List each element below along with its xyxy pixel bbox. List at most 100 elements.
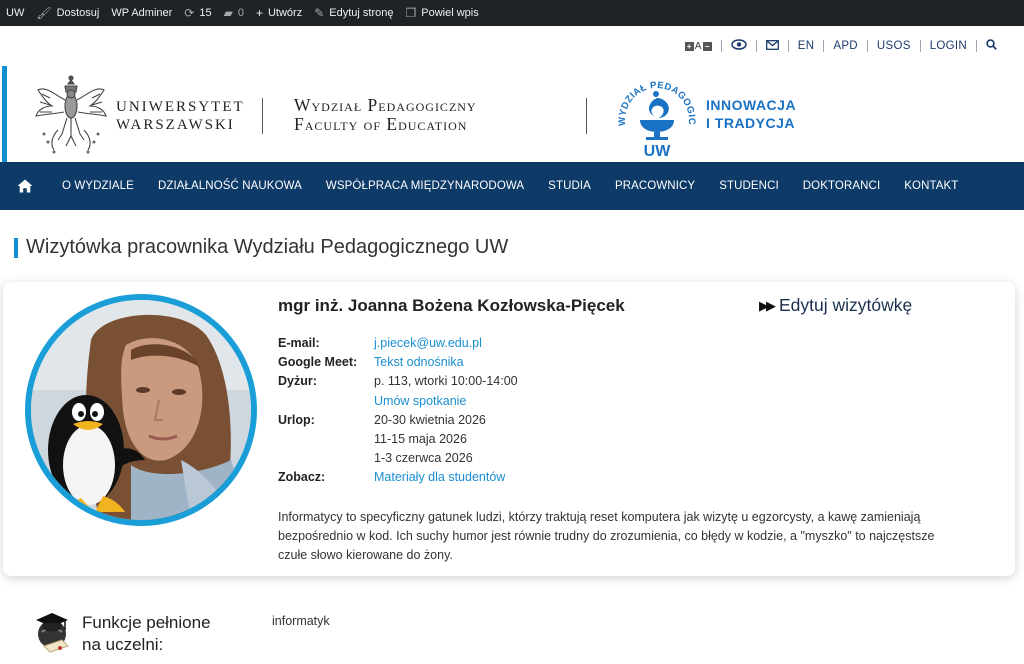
info-row-leave: Urlop: 20-30 kwietnia 2026 — [278, 411, 518, 430]
info-row-duty: Dyżur: p. 113, wtorki 10:00-14:00 — [278, 372, 518, 391]
copy-icon: ❐ — [405, 6, 417, 20]
university-name-line1: UNIWERSYTET — [116, 99, 245, 115]
contrast-eye-icon[interactable] — [722, 39, 756, 53]
nav-item-doktoranci[interactable]: DOKTORANCI — [791, 180, 892, 192]
adminbar-edit-page[interactable]: ✎ Edytuj stronę — [308, 0, 399, 26]
svg-text:WYDZIAŁ PEDAGOGICZNY: WYDZIAŁ PEDAGOGICZNY — [612, 72, 697, 126]
book-meeting-link[interactable]: Umów spotkanie — [374, 392, 466, 411]
fast-forward-icon: ▶▶ — [759, 297, 776, 313]
email-link[interactable]: j.piecek@uw.edu.pl — [374, 334, 482, 353]
apd-link[interactable]: APD — [824, 40, 867, 52]
faculty-name[interactable]: Wydział Pedagogiczny Faculty of Educatio… — [294, 96, 477, 134]
nav-item-pracownicy[interactable]: PRACOWNICY — [603, 180, 707, 192]
home-icon — [17, 179, 33, 193]
font-size-label: A — [694, 40, 702, 52]
brush-icon: 🖌 — [36, 6, 52, 20]
edit-card-label: Edytuj wizytówkę — [779, 295, 913, 315]
profile-description: Informatycy to specyficzny gatunek ludzi… — [278, 510, 935, 562]
university-name-line2: WARSZAWSKI — [116, 117, 235, 133]
uw-eagle-logo-icon[interactable] — [32, 72, 110, 158]
adminbar-duplicate[interactable]: ❐ Powiel wpis — [399, 0, 484, 26]
header-divider — [586, 98, 587, 134]
adminbar-site[interactable]: UW — [0, 0, 30, 26]
info-row-email: E-mail: j.piecek@uw.edu.pl — [278, 334, 518, 353]
header-divider — [262, 98, 263, 134]
info-row-see: Zobacz: Materiały dla studentów — [278, 468, 518, 487]
adminbar-new[interactable]: + Utwórz — [250, 0, 308, 26]
leave-value: 20-30 kwietnia 2026 — [374, 412, 486, 427]
refresh-icon: ⟳ — [184, 6, 195, 20]
functions-title: Funkcje pełnione na uczelni: — [82, 612, 211, 656]
info-row-meet: Google Meet: Tekst odnośnika — [278, 353, 518, 372]
nav-item-wspolpraca[interactable]: WSPÓŁPRACA MIĘDZYNARODOWA — [314, 180, 536, 192]
meet-label: Google Meet: — [278, 355, 358, 370]
main-navigation: O WYDZIALE DZIAŁALNOŚĆ NAUKOWA WSPÓŁPRAC… — [0, 162, 1024, 210]
adminbar-updates-count: 15 — [199, 7, 212, 19]
leave-value: 1-3 czerwca 2026 — [374, 451, 473, 466]
empty-label — [278, 392, 374, 411]
utility-bar: + A − EN APD USOS LOGIN — [676, 36, 1006, 56]
adminbar-updates[interactable]: ⟳ 15 — [178, 0, 217, 26]
faculty-logo-icon[interactable]: WYDZIAŁ PEDAGOGICZNY UW — [612, 72, 702, 162]
usos-link[interactable]: USOS — [868, 40, 920, 52]
login-link[interactable]: LOGIN — [921, 40, 976, 52]
graduation-cap-icon — [36, 613, 69, 653]
function-value: informatyk — [272, 614, 330, 628]
avatar — [25, 294, 257, 526]
adminbar-site-label: UW — [6, 7, 25, 19]
header-accent-bar — [2, 66, 7, 162]
nav-home[interactable] — [0, 179, 50, 193]
page-title-accent — [14, 237, 18, 258]
motto-line2: I TRADYCJA — [706, 115, 796, 131]
faculty-name-line1: Wydział Pedagogiczny — [294, 95, 477, 115]
pencil-icon: ✎ — [314, 6, 325, 20]
font-size-control[interactable]: + A − — [676, 41, 721, 52]
adminbar-customize[interactable]: 🖌 Dostosuj — [30, 0, 105, 26]
faculty-logo-uw-text: UW — [644, 143, 672, 160]
meet-link[interactable]: Tekst odnośnika — [374, 353, 464, 372]
adminbar-customize-label: Dostosuj — [56, 7, 100, 19]
contact-info: E-mail: j.piecek@uw.edu.pl Google Meet: … — [278, 334, 518, 488]
faculty-name-line2: Faculty of Education — [294, 114, 468, 134]
edit-card-button[interactable]: ▶▶ Edytuj wizytówkę — [759, 295, 912, 316]
info-row-duty-link: Umów spotkanie — [278, 392, 518, 411]
adminbar-new-label: Utwórz — [267, 7, 303, 19]
comment-icon: ▰ — [223, 6, 233, 20]
nav-item-studenci[interactable]: STUDENCI — [707, 180, 791, 192]
page-title-block: Wizytówka pracownika Wydziału Pedagogicz… — [14, 236, 508, 259]
adminbar-edit-page-label: Edytuj stronę — [329, 7, 394, 19]
faculty-motto: INNOWACJA I TRADYCJA — [706, 96, 796, 132]
adminbar-wp-adminer-label: WP Adminer — [111, 7, 173, 19]
plus-icon: + — [255, 6, 263, 20]
info-row-leave: 11-15 maja 2026 — [278, 430, 518, 449]
wp-admin-bar: UW 🖌 Dostosuj WP Adminer ⟳ 15 ▰ 0 + Utwó… — [0, 0, 1024, 26]
portrait-photo — [31, 300, 251, 520]
info-row-leave: 1-3 czerwca 2026 — [278, 449, 518, 468]
search-icon[interactable] — [977, 39, 1006, 53]
adminbar-wp-adminer[interactable]: WP Adminer — [105, 0, 178, 26]
mail-icon[interactable] — [757, 39, 788, 53]
font-increase-icon[interactable]: + — [684, 41, 694, 51]
page-title: Wizytówka pracownika Wydziału Pedagogicz… — [26, 236, 509, 258]
nav-item-studia[interactable]: STUDIA — [536, 180, 603, 192]
functions-title-line2: na uczelni: — [82, 635, 164, 654]
nav-item-kontakt[interactable]: KONTAKT — [892, 180, 970, 192]
student-materials-link[interactable]: Materiały dla studentów — [374, 468, 505, 487]
see-label: Zobacz: — [278, 470, 326, 485]
person-name: mgr inż. Joanna Bożena Kozłowska-Pięcek — [278, 296, 625, 315]
font-decrease-icon[interactable]: − — [702, 41, 712, 51]
motto-line1: INNOWACJA — [706, 97, 797, 113]
duty-value: p. 113, wtorki 10:00-14:00 — [374, 374, 518, 389]
leave-label: Urlop: — [278, 412, 315, 427]
lang-en-link[interactable]: EN — [789, 40, 824, 52]
email-label: E-mail: — [278, 336, 320, 350]
nav-item-dzialalnosc-naukowa[interactable]: DZIAŁALNOŚĆ NAUKOWA — [146, 180, 314, 192]
empty-label — [278, 430, 374, 449]
university-name[interactable]: UNIWERSYTET WARSZAWSKI — [116, 98, 245, 134]
site-header: UNIWERSYTET WARSZAWSKI Wydział Pedagogic… — [0, 66, 1024, 162]
nav-item-o-wydziale[interactable]: O WYDZIALE — [50, 180, 146, 192]
adminbar-comments[interactable]: ▰ 0 — [218, 0, 250, 26]
faculty-logo-arc-text: WYDZIAŁ PEDAGOGICZNY — [612, 72, 697, 126]
functions-title-line1: Funkcje pełnione — [82, 613, 211, 632]
duty-label: Dyżur: — [278, 374, 317, 389]
